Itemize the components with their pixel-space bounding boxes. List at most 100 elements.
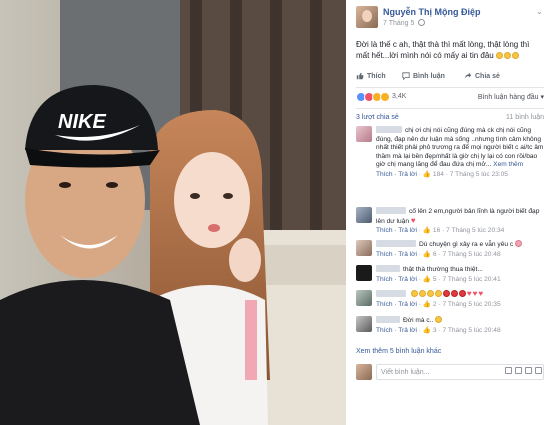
post-header: Nguyễn Thị Mộng Điệp 7 Tháng 5 ⌄ — [356, 6, 546, 32]
comment-time[interactable]: · 7 Tháng 5 lúc 23:05 — [446, 171, 508, 178]
share-button[interactable]: Chia sẻ — [464, 72, 500, 80]
comment-time[interactable]: · 7 Tháng 5 lúc 20:35 — [438, 301, 500, 308]
view-more-comments-link[interactable]: Xem thêm 5 bình luận khác — [356, 348, 441, 355]
author-name[interactable]: Nguyễn Thị Mộng Điệp — [383, 7, 481, 17]
divider — [356, 87, 544, 88]
comment-actions[interactable]: Thích · Trả lời — [376, 251, 417, 258]
share-count[interactable]: 3 lượt chia sẻ — [356, 114, 399, 121]
smile-emoji-icon — [434, 290, 442, 297]
divider — [356, 108, 544, 109]
comment-message: Đời mà c.. — [403, 317, 434, 324]
comment-like-count[interactable]: 2 — [433, 301, 437, 308]
commenter-name[interactable] — [376, 316, 400, 323]
author-avatar[interactable] — [356, 6, 378, 28]
comment-time[interactable]: · 7 Tháng 5 lúc 20:48 — [438, 251, 500, 258]
comment-footer: Thích · Trả lời · 👍 3 · 7 Tháng 5 lúc 20… — [376, 326, 501, 334]
comment-message: Dù chuyện gì xảy ra e vẫn yêu c — [419, 241, 514, 248]
comment-label: Bình luận — [413, 72, 445, 80]
comment-body: cố lên 2 em,người bản lĩnh là người biết… — [376, 207, 544, 236]
post-actions: Thích Bình luận Chia sẻ — [356, 72, 544, 84]
post-meta: 7 Tháng 5 — [383, 19, 426, 27]
comment-actions[interactable]: Thích · Trả lời — [376, 276, 417, 283]
comment-footer: Thích · Trả lời · 👍 16 · 7 Tháng 5 lúc 2… — [376, 227, 505, 234]
commenter-avatar[interactable] — [356, 290, 372, 306]
comment-body: chị ơi chị nói cũng đúng mà ck chị nói c… — [376, 126, 544, 179]
comment-text: Dù chuyện gì xảy ra e vẫn yêu c — [376, 240, 544, 250]
comment-text: Đời mà c.. — [376, 316, 544, 326]
wow-reaction-icon[interactable] — [380, 92, 390, 102]
comment-actions[interactable]: Thích · Trả lời — [376, 327, 417, 334]
commenter-avatar[interactable] — [356, 240, 372, 256]
comment-footer: Thích · Trả lời · 👍 6 · 7 Tháng 5 lúc 20… — [376, 250, 501, 258]
reactions-bar: 3,4K Bình luận hàng đầu ▾ — [356, 92, 544, 104]
comment-time[interactable]: · 7 Tháng 5 lúc 20:34 — [442, 227, 504, 234]
post-side-panel: Nguyễn Thị Mộng Điệp 7 Tháng 5 ⌄ Đời là … — [350, 0, 550, 425]
comment-text: thật thà thường thua thiệt... — [376, 265, 544, 275]
post-photo[interactable]: NIKE — [0, 0, 346, 425]
comment-text: chị ơi chị nói cũng đúng mà ck chị nói c… — [376, 126, 544, 170]
comment-actions[interactable]: Thích · Trả lời — [376, 227, 417, 234]
commenter-name[interactable] — [376, 265, 400, 272]
commenter-name[interactable] — [376, 290, 406, 297]
comment-time[interactable]: · 7 Tháng 5 lúc 20:48 — [438, 327, 500, 334]
comment-body: Dù chuyện gì xảy ra e vẫn yêu c Thích · … — [376, 240, 544, 259]
like-label: Thích — [367, 72, 386, 80]
comment-body: thật thà thường thua thiệt... Thích · Tr… — [376, 265, 544, 284]
comment-actions[interactable]: Thích · Trả lời — [376, 301, 417, 308]
emoji-icon[interactable] — [505, 367, 512, 374]
heart-emoji-icon: ♥ — [472, 289, 478, 298]
gif-icon[interactable] — [525, 367, 532, 374]
kiss-emoji-icon — [458, 290, 466, 297]
comment-body: ♥♥♥ Thích · Trả lời · 👍 2 · 7 Tháng 5 lú… — [376, 290, 544, 309]
grin-emoji-icon — [512, 52, 519, 59]
commenter-avatar[interactable] — [356, 126, 372, 142]
share-label: Chia sẻ — [475, 72, 500, 80]
smile-emoji-icon — [426, 290, 434, 297]
commenter-name[interactable] — [376, 240, 416, 247]
chevron-down-icon[interactable]: ⌄ — [536, 8, 544, 16]
kiss-emoji-icon — [442, 290, 450, 297]
like-button[interactable]: Thích — [356, 72, 386, 80]
comment-footer: Thích · Trả lời · 👍 5 · 7 Tháng 5 lúc 20… — [376, 275, 501, 283]
comment-like-count[interactable]: 3 — [433, 327, 437, 334]
pig-emoji-icon — [515, 240, 523, 247]
commenter-avatar[interactable] — [356, 316, 372, 332]
comment-composer: Viết bình luận... — [356, 363, 546, 381]
share-icon — [464, 72, 472, 79]
cap-logo-text: NIKE — [58, 111, 106, 133]
grin-emoji-icon — [496, 52, 503, 59]
kiss-emoji-icon — [450, 290, 458, 297]
comment-time[interactable]: · 7 Tháng 5 lúc 20:41 — [438, 276, 500, 283]
commenter-name[interactable] — [376, 207, 406, 214]
grin-emoji-icon — [504, 52, 511, 59]
comment-sort-dropdown[interactable]: Bình luận hàng đầu ▾ — [478, 93, 544, 101]
photo-illustration: NIKE — [0, 0, 346, 425]
comment-count[interactable]: 11 bình luận — [506, 114, 544, 121]
comment-button[interactable]: Bình luận — [402, 72, 445, 80]
comment-like-count[interactable]: 5 — [433, 276, 437, 283]
comment-like-count[interactable]: 184 — [433, 171, 444, 178]
viewer-avatar — [356, 364, 372, 380]
comment-like-count[interactable]: 16 — [433, 227, 440, 234]
smile-emoji-icon — [418, 290, 426, 297]
post-text: Đời là thế c ah, thật thà thì mất lòng, … — [356, 39, 544, 61]
heart-emoji-icon: ♥ — [410, 215, 416, 225]
see-more-link[interactable]: Xem thêm — [493, 161, 523, 168]
comment-actions[interactable]: Thích · Trả lời — [376, 171, 417, 178]
comment-footer: Thích · Trả lời · 👍 2 · 7 Tháng 5 lúc 20… — [376, 300, 501, 308]
comment-like-count[interactable]: 6 — [433, 251, 437, 258]
commenter-name[interactable] — [376, 126, 402, 133]
reaction-count[interactable]: 3,4K — [392, 93, 406, 100]
heart-emoji-icon: ♥ — [466, 289, 472, 298]
camera-icon[interactable] — [515, 367, 522, 374]
commenter-avatar[interactable] — [356, 265, 372, 281]
comment-text: cố lên 2 em,người bản lĩnh là người biết… — [376, 207, 544, 226]
comment-body: Đời mà c.. Thích · Trả lời · 👍 3 · 7 Thá… — [376, 316, 544, 335]
post-date[interactable]: 7 Tháng 5 — [383, 20, 414, 27]
comment-text: ♥♥♥ — [376, 290, 544, 300]
composer-icons — [505, 367, 542, 374]
sticker-icon[interactable] — [535, 367, 542, 374]
share-count-row: 3 lượt chia sẻ 11 bình luận — [356, 114, 544, 124]
commenter-avatar[interactable] — [356, 207, 372, 223]
globe-icon — [418, 19, 426, 26]
